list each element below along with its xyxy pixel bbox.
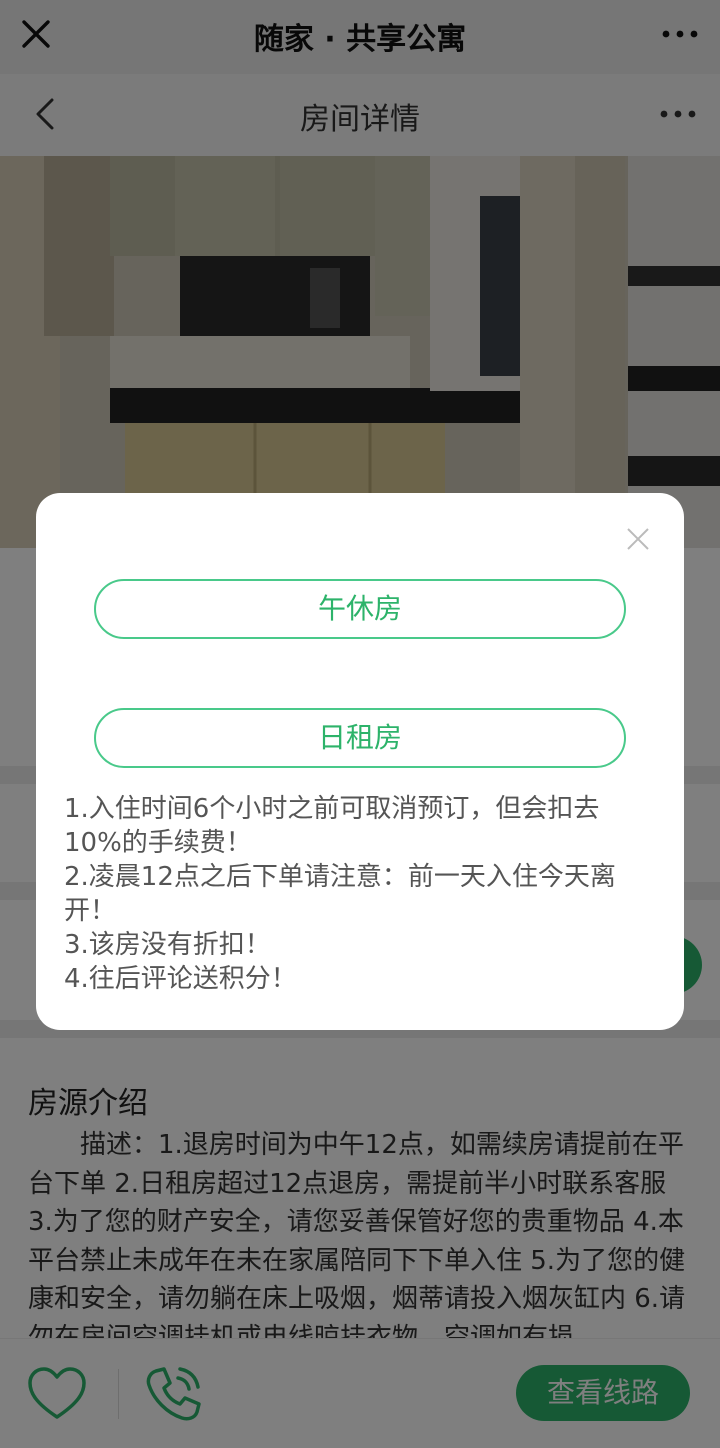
- rule-item: 1.入住时间6个小时之前可取消预订，但会扣去10%的手续费！: [64, 794, 600, 858]
- booking-rules: 1.入住时间6个小时之前可取消预订，但会扣去10%的手续费！ 2.凌晨12点之后…: [64, 792, 656, 996]
- rule-item: 4.往后评论送积分！: [64, 964, 297, 994]
- nap-room-button[interactable]: 午休房: [94, 579, 626, 639]
- modal-close-icon[interactable]: [626, 527, 650, 551]
- daily-room-button[interactable]: 日租房: [94, 708, 626, 768]
- rule-item: 2.凌晨12点之后下单请注意：前一天入住今天离开！: [64, 862, 616, 926]
- rule-item: 3.该房没有折扣！: [64, 930, 271, 960]
- room-type-modal: 午休房 日租房 1.入住时间6个小时之前可取消预订，但会扣去10%的手续费！ 2…: [36, 493, 684, 1030]
